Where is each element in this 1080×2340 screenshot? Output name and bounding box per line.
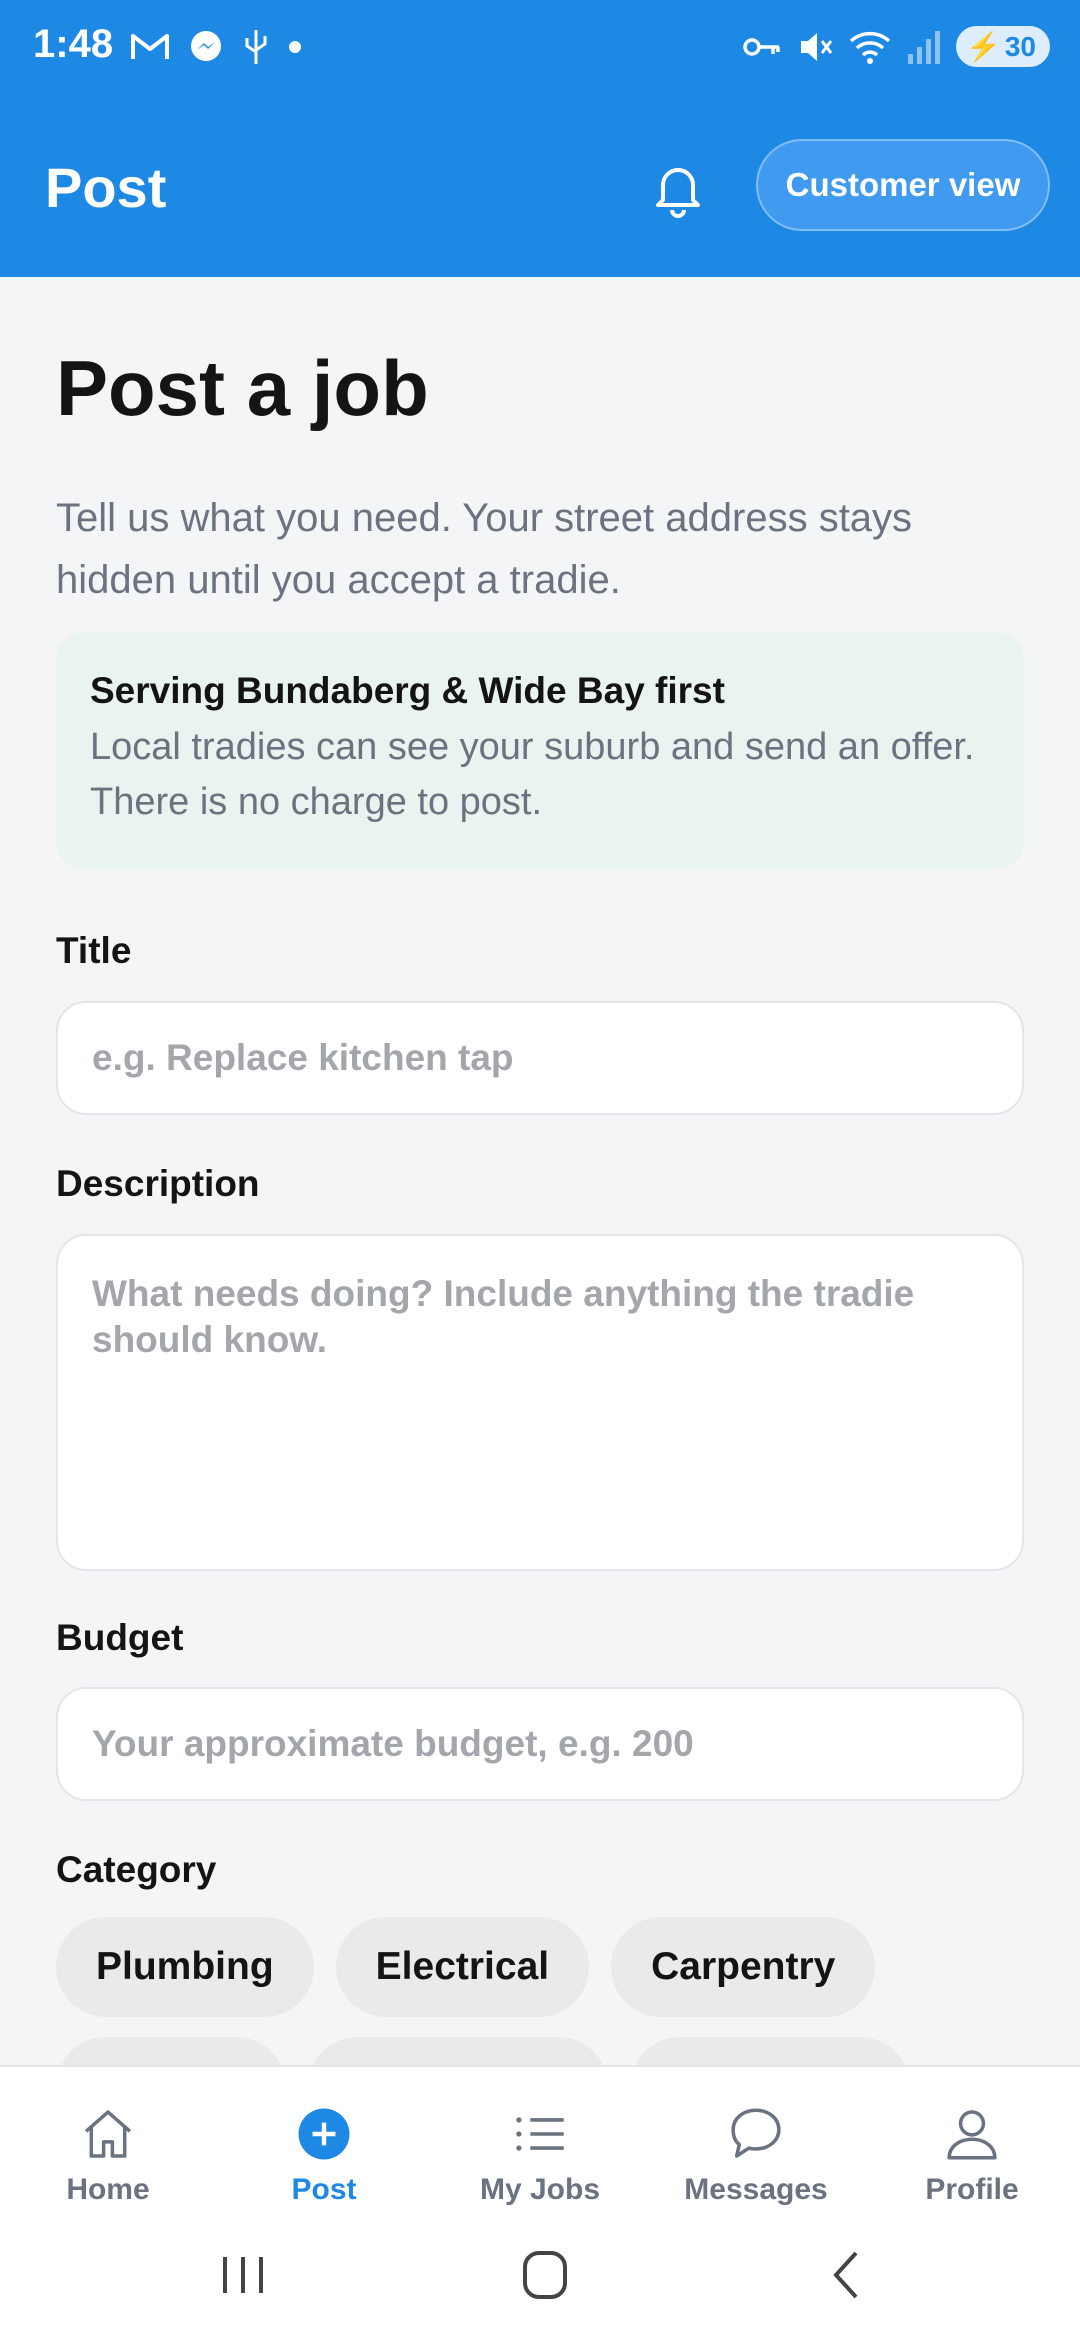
- home-button-icon[interactable]: [515, 2245, 575, 2305]
- charging-icon: ⚡: [965, 31, 1001, 62]
- signal-icon: [907, 30, 940, 64]
- chat-icon: [731, 2108, 781, 2158]
- category-chip-carpentry[interactable]: Carpentry: [611, 1917, 876, 2017]
- category-chip-electrical[interactable]: Electrical: [335, 1917, 590, 2017]
- home-icon: [84, 2110, 132, 2158]
- gmail-icon: [131, 34, 169, 59]
- title-label: Title: [56, 930, 132, 971]
- nav-profile-label: Profile: [925, 2173, 1019, 2206]
- back-icon[interactable]: [818, 2245, 878, 2305]
- list-icon: [516, 2117, 564, 2151]
- system-navigation-bar: [0, 2205, 1080, 2340]
- messenger-icon: [191, 31, 221, 61]
- nav-post[interactable]: Post: [216, 2067, 432, 2207]
- plus-circle-icon: [298, 2108, 350, 2160]
- budget-label: Budget: [56, 1617, 184, 1658]
- dot-icon: [289, 41, 301, 53]
- budget-input[interactable]: [56, 1687, 1024, 1801]
- category-chips: Plumbing Electrical Carpentry: [56, 1917, 876, 2017]
- customer-view-button[interactable]: Customer view: [756, 139, 1050, 231]
- battery-indicator: ⚡ 30: [955, 26, 1050, 67]
- system-icons: ⚡ 30: [742, 26, 1050, 67]
- bottom-navigation: Home Post My Jobs Messages Profile: [0, 2065, 1080, 2207]
- header-title: Post: [45, 156, 167, 219]
- status-time: 1:48: [33, 22, 114, 66]
- page-subtitle: Tell us what you need. Your street addre…: [56, 496, 913, 602]
- notification-icons: [130, 28, 302, 66]
- key-icon: [743, 37, 780, 56]
- service-area-card: Serving Bundaberg & Wide Bay first Local…: [56, 632, 1024, 869]
- description-textarea[interactable]: [56, 1234, 1024, 1571]
- nav-messages-label: Messages: [684, 2173, 828, 2206]
- person-icon: [947, 2110, 997, 2160]
- category-label: Category: [56, 1849, 217, 1890]
- nav-home[interactable]: Home: [0, 2067, 216, 2207]
- bell-icon[interactable]: [648, 158, 708, 218]
- usb-icon: [245, 30, 267, 64]
- nav-profile[interactable]: Profile: [864, 2067, 1080, 2207]
- status-bar: 1:48 ⚡ 30: [0, 0, 1080, 100]
- service-area-description: Local tradies can see your suburb and se…: [90, 726, 975, 823]
- mute-icon: [800, 32, 833, 61]
- nav-messages[interactable]: Messages: [648, 2067, 864, 2207]
- nav-my-jobs-label: My Jobs: [479, 2173, 601, 2206]
- app-header: 1:48 ⚡ 30 Post Customer view: [0, 0, 1080, 277]
- recents-icon[interactable]: [213, 2245, 273, 2305]
- description-label: Description: [56, 1163, 260, 1204]
- category-chip-plumbing[interactable]: Plumbing: [56, 1917, 314, 2017]
- title-input[interactable]: [56, 1001, 1024, 1115]
- battery-level: 30: [1004, 30, 1036, 62]
- wifi-icon: [849, 31, 891, 64]
- nav-home-label: Home: [66, 2173, 150, 2206]
- nav-my-jobs[interactable]: My Jobs: [432, 2067, 648, 2207]
- page-title: Post a job: [56, 344, 429, 432]
- nav-post-label: Post: [291, 2173, 357, 2206]
- service-area-title: Serving Bundaberg & Wide Bay first: [90, 670, 725, 711]
